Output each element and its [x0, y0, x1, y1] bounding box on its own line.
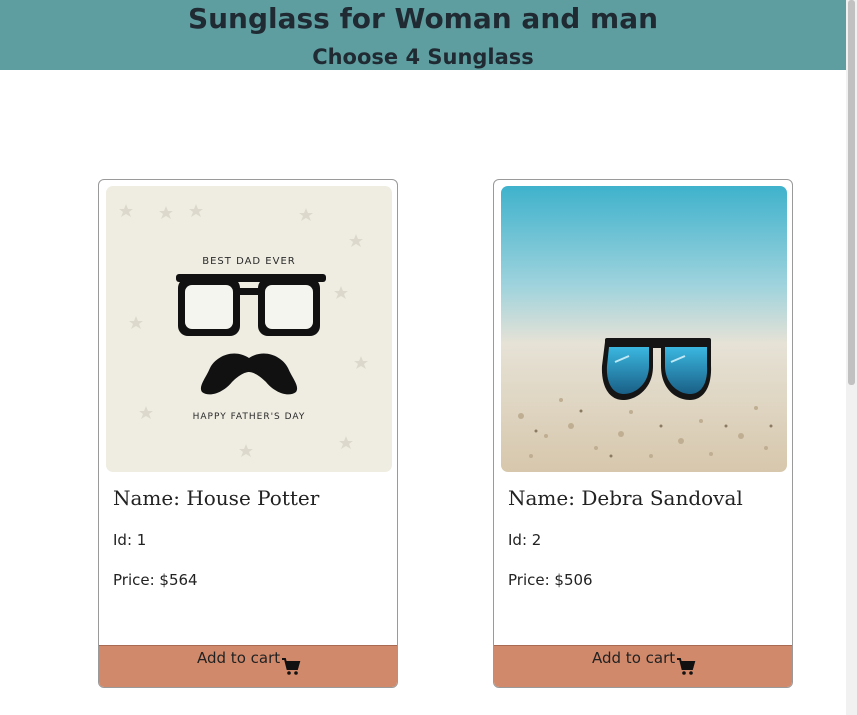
product-name: Name: Debra Sandoval — [508, 486, 743, 510]
add-to-cart-label: Add to cart — [197, 649, 281, 667]
site-header: Sunglass for Woman and man Choose 4 Sung… — [0, 0, 846, 70]
product-id: Id: 2 — [508, 531, 542, 549]
product-price: Price: $564 — [113, 571, 198, 589]
shopping-cart-icon — [676, 656, 696, 676]
shopping-cart-icon — [281, 656, 301, 676]
add-to-cart-button[interactable]: Add to cart — [494, 645, 792, 687]
product-image-beach-sunglasses[interactable] — [501, 186, 787, 472]
product-id: Id: 1 — [113, 531, 147, 549]
scrollbar-thumb[interactable] — [848, 0, 855, 385]
product-image-fathers-day-glasses[interactable]: BEST DAD EVER HAPPY FATHER'S DAY — [106, 186, 392, 472]
page-subtitle: Choose 4 Sunglass — [312, 45, 534, 69]
vertical-scrollbar[interactable] — [846, 0, 857, 715]
image-caption-top: BEST DAD EVER — [202, 256, 295, 267]
page: Sunglass for Woman and man Choose 4 Sung… — [0, 0, 857, 715]
add-to-cart-label: Add to cart — [592, 649, 676, 667]
product-card: Name: Debra Sandoval Id: 2 Price: $506 A… — [493, 179, 793, 688]
product-name: Name: House Potter — [113, 486, 320, 510]
product-card: BEST DAD EVER HAPPY FATHER'S DAY Name: H… — [98, 179, 398, 688]
image-caption-bottom: HAPPY FATHER'S DAY — [193, 412, 306, 422]
page-title: Sunglass for Woman and man — [187, 2, 659, 35]
add-to-cart-button[interactable]: Add to cart — [99, 645, 397, 687]
product-price: Price: $506 — [508, 571, 593, 589]
